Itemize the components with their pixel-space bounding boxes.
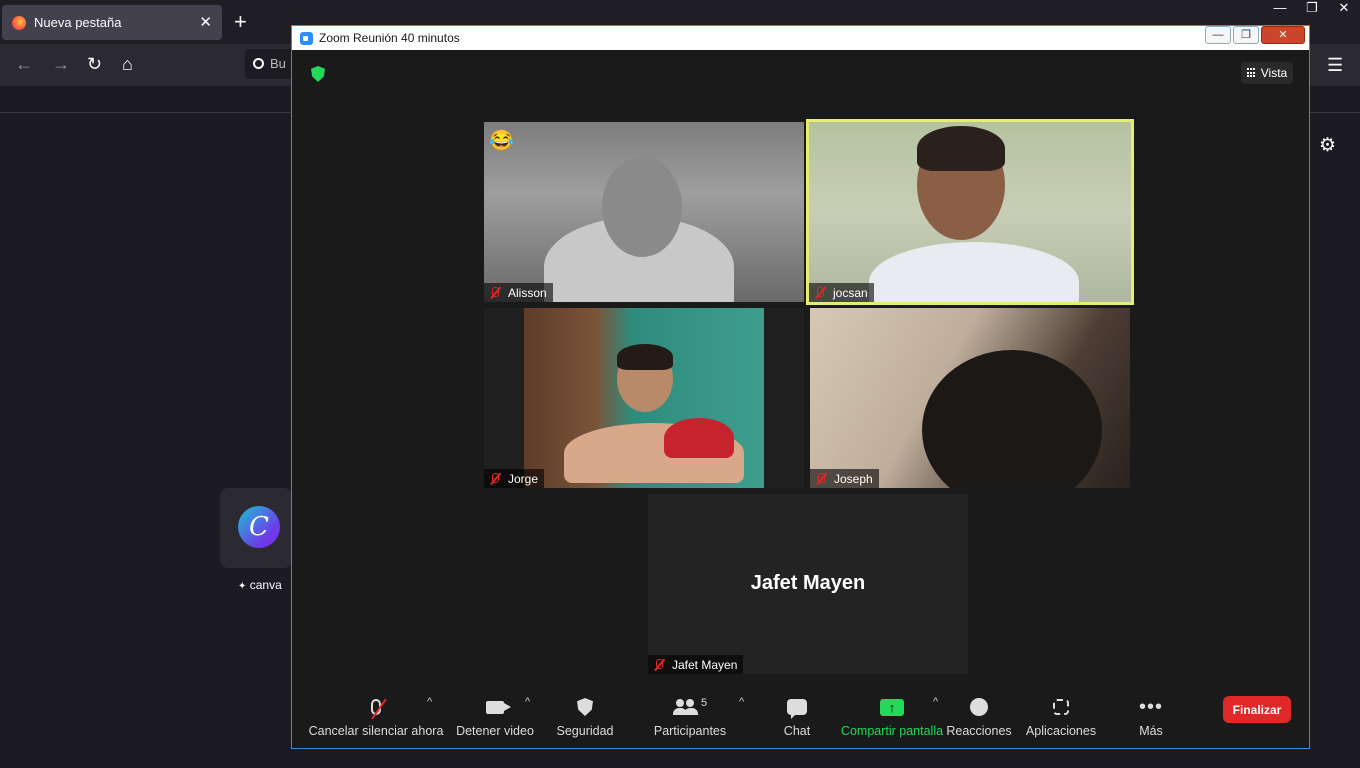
reactions-smiley-icon (970, 698, 988, 716)
zoom-minimize-icon[interactable]: — (1205, 26, 1231, 44)
canva-shortcut-label: ✦ canva (238, 578, 282, 592)
participants-label: Participantes (653, 724, 727, 738)
video-camera-icon (486, 700, 511, 714)
reactions-button[interactable]: Reacciones (946, 686, 1012, 744)
participant-namebar: Jafet Mayen (648, 655, 744, 674)
reactions-label: Reacciones (946, 724, 1012, 738)
view-button-label: Vista (1260, 66, 1288, 80)
new-tab-button[interactable]: + (234, 10, 247, 34)
participant-name: Alisson (508, 285, 547, 300)
close-icon[interactable]: ✕ (1328, 0, 1360, 16)
muted-mic-icon (488, 472, 502, 486)
restore-icon[interactable]: ❐ (1296, 0, 1328, 16)
video-options-chevron-icon[interactable]: ^ (525, 696, 530, 708)
stop-video-label: Detener video (456, 724, 534, 738)
video-tile-jafet-mayen[interactable]: Jafet Mayen Jafet Mayen (648, 494, 968, 674)
canva-logo-icon: C (238, 506, 280, 548)
share-screen-icon: ↑ (880, 698, 904, 716)
zoom-window-title: Zoom Reunión 40 minutos (319, 31, 460, 45)
unmute-label: Cancelar silenciar ahora (308, 724, 444, 738)
participant-namebar: Jorge (484, 469, 545, 488)
apps-button[interactable]: Aplicaciones (1025, 686, 1097, 744)
participant-name: Jafet Mayen (672, 657, 738, 672)
meeting-area: Vista Alisson 😂 jocsan Jorge Joseph Jafe… (297, 52, 1306, 744)
search-icon (253, 58, 264, 69)
video-tile-jocsan-active-speaker[interactable]: jocsan (806, 119, 1134, 305)
encryption-shield-icon[interactable] (311, 66, 325, 82)
sponsored-icon: ✦ (238, 581, 247, 592)
muted-mic-icon (652, 658, 666, 672)
muted-mic-icon (371, 698, 387, 720)
participant-namebar: Alisson (484, 283, 553, 302)
more-dots-icon: ••• (1138, 696, 1163, 718)
participant-name: Jorge (508, 471, 539, 486)
participant-name: jocsan (833, 285, 868, 300)
home-icon[interactable]: ⌂ (122, 54, 133, 74)
participant-namebar: Joseph (810, 469, 879, 488)
participants-options-chevron-icon[interactable]: ^ (739, 696, 744, 708)
share-screen-label: Compartir pantalla (840, 724, 944, 738)
participants-button[interactable]: 5 Participantes (645, 686, 735, 744)
grid-icon (1246, 68, 1257, 78)
video-tile-alisson[interactable]: Alisson (484, 122, 804, 302)
zoom-logo-icon (300, 31, 313, 45)
chat-button[interactable]: Chat (767, 686, 827, 744)
zoom-window: Zoom Reunión 40 minutos — ❐ ✕ Vista Alis… (291, 25, 1310, 749)
participant-display-name: Jafet Mayen (750, 572, 866, 594)
audio-options-chevron-icon[interactable]: ^ (427, 696, 432, 708)
security-button[interactable]: Seguridad (549, 686, 621, 744)
meeting-toolbar: Cancelar silenciar ahora ^ Detener video… (297, 686, 1306, 744)
end-meeting-button[interactable]: Finalizar (1223, 696, 1291, 723)
more-label: Más (1139, 724, 1163, 738)
participant-namebar: jocsan (809, 283, 874, 302)
video-tile-joseph[interactable]: Joseph (810, 308, 1130, 488)
url-bar-text: Bu (270, 56, 286, 71)
stop-video-button[interactable]: Detener video (449, 686, 541, 744)
share-screen-button[interactable]: ↑ Compartir pantalla (833, 686, 951, 744)
video-tile-jorge[interactable] (524, 308, 764, 488)
security-shield-icon (577, 698, 593, 716)
participant-name: Joseph (834, 471, 873, 486)
apps-label: Aplicaciones (1025, 724, 1097, 738)
reload-icon[interactable]: ↻ (87, 54, 102, 74)
participants-count: 5 (700, 697, 708, 709)
tab-title: Nueva pestaña (34, 15, 122, 30)
forward-icon[interactable]: → (52, 54, 70, 74)
muted-mic-icon (488, 286, 502, 300)
chat-label: Chat (783, 724, 811, 738)
back-icon[interactable]: ← (15, 54, 33, 74)
more-button[interactable]: ••• Más (1123, 686, 1179, 744)
chat-bubble-icon (787, 699, 807, 719)
view-button[interactable]: Vista (1241, 62, 1293, 84)
settings-gear-icon[interactable]: ⚙ (1319, 134, 1336, 157)
zoom-window-controls: — ❐ ✕ (1203, 26, 1305, 44)
minimize-icon[interactable]: — (1264, 0, 1296, 16)
menu-icon[interactable]: ☰ (1327, 55, 1343, 76)
security-label: Seguridad (556, 724, 614, 738)
unmute-button[interactable]: Cancelar silenciar ahora (309, 686, 443, 744)
muted-mic-icon (814, 472, 828, 486)
share-options-chevron-icon[interactable]: ^ (933, 696, 938, 708)
browser-tab[interactable]: Nueva pestaña ✕ (2, 5, 222, 40)
reaction-laugh-emoji: 😂 (489, 130, 514, 152)
browser-window-controls: — ❐ ✕ (1264, 0, 1360, 16)
zoom-close-icon[interactable]: ✕ (1261, 26, 1305, 44)
zoom-maximize-icon[interactable]: ❐ (1233, 26, 1259, 44)
participants-icon (672, 699, 699, 715)
apps-icon (1053, 699, 1069, 715)
firefox-icon (12, 15, 26, 30)
tab-close-icon[interactable]: ✕ (199, 13, 212, 31)
zoom-titlebar: Zoom Reunión 40 minutos (292, 26, 1309, 50)
muted-mic-icon (813, 286, 827, 300)
